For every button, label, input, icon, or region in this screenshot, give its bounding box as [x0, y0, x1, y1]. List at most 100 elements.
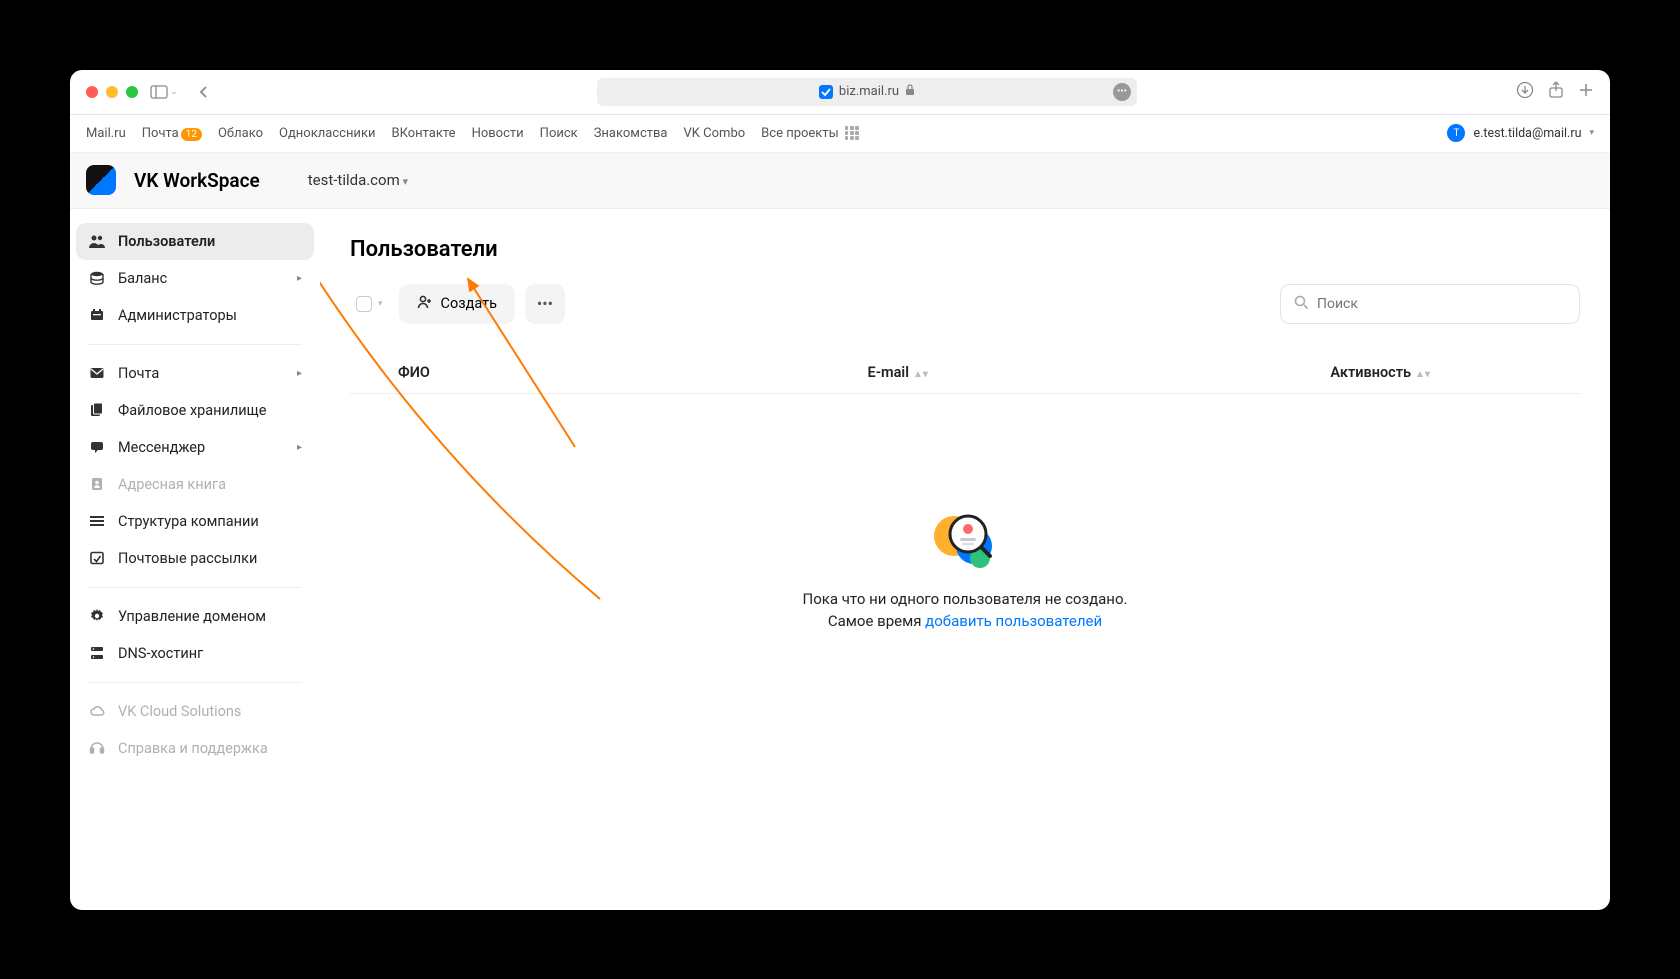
reader-button[interactable]: •••: [1113, 83, 1131, 101]
nav-mailru[interactable]: Mail.ru: [86, 126, 126, 141]
sidebar-item-org[interactable]: Структура компании: [76, 503, 314, 540]
page-title: Пользователи: [350, 237, 1580, 262]
sidebar-item-label: Мессенджер: [118, 439, 205, 456]
account-menu[interactable]: T e.test.tilda@mail.ru ▾: [1447, 124, 1594, 142]
sidebar-item-label: Администраторы: [118, 307, 237, 324]
appbar: VK WorkSpace test-tilda.com: [70, 153, 1610, 209]
messenger-icon: [88, 439, 106, 455]
chevron-down-icon: ▾: [1589, 128, 1594, 138]
new-tab-icon[interactable]: [1578, 82, 1594, 102]
dns-icon: [88, 645, 106, 661]
sidebar-item-mail[interactable]: Почта ▸: [76, 355, 314, 392]
back-button[interactable]: [190, 80, 218, 104]
site-icon: [819, 85, 833, 99]
nav-cloud[interactable]: Облако: [218, 126, 263, 141]
table-header: ФИО E-mail▲▾ Активность▲▾: [350, 352, 1580, 394]
downloads-icon[interactable]: [1516, 81, 1534, 103]
brand-title: VK WorkSpace: [134, 169, 260, 192]
sidebar-item-messenger[interactable]: Мессенджер ▸: [76, 429, 314, 466]
col-email[interactable]: E-mail▲▾: [868, 364, 1331, 381]
apps-grid-icon: [845, 126, 859, 140]
url-host: biz.mail.ru: [839, 84, 899, 99]
nav-vk[interactable]: ВКонтакте: [391, 126, 455, 141]
sidebar-item-newsletter[interactable]: Почтовые рассылки: [76, 540, 314, 577]
search-field[interactable]: [1280, 284, 1580, 324]
chevron-right-icon: ▸: [297, 368, 302, 379]
sidebar-item-users[interactable]: Пользователи: [76, 223, 314, 260]
avatar-mini: T: [1447, 124, 1465, 142]
org-icon: [88, 513, 106, 529]
nav-allprojects[interactable]: Все проекты: [761, 126, 859, 141]
sidebar: Пользователи Баланс ▸ Администраторы Почта ▸ Ф…: [70, 209, 320, 910]
sidebar-item-label: Управление доменом: [118, 608, 266, 625]
nav-dating[interactable]: Знакомства: [594, 126, 668, 141]
checkbox-icon: [356, 296, 372, 312]
sidebar-item-cloud: VK Cloud Solutions: [76, 693, 314, 730]
sidebar-item-help: Справка и поддержка: [76, 730, 314, 767]
nav-news[interactable]: Новости: [472, 126, 524, 141]
contacts-icon: [88, 476, 106, 492]
sidebar-item-files[interactable]: Файловое хранилище: [76, 392, 314, 429]
share-icon[interactable]: [1548, 81, 1564, 103]
sidebar-separator: [88, 587, 302, 588]
sidebar-item-admins[interactable]: Администраторы: [76, 297, 314, 334]
col-fio[interactable]: ФИО: [356, 364, 868, 381]
sidebar-item-label: Пользователи: [118, 233, 215, 250]
cloud-icon: [88, 703, 106, 719]
more-button[interactable]: •••: [525, 284, 565, 324]
nav-ok[interactable]: Одноклассники: [279, 126, 375, 141]
select-all[interactable]: ▾: [350, 290, 389, 318]
main: Пользователи Баланс ▸ Администраторы Почта ▸ Ф…: [70, 209, 1610, 910]
nav-mail[interactable]: Почта12: [142, 126, 202, 141]
balance-icon: [88, 270, 106, 286]
toolbar: ▾ Создать •••: [350, 284, 1580, 324]
chevron-right-icon: ▸: [297, 273, 302, 284]
search-input[interactable]: [1317, 296, 1567, 312]
browser-window: ⌄ biz.mail.ru ••• Mail.ru Почта12 Облако…: [70, 70, 1610, 910]
titlebar: ⌄ biz.mail.ru •••: [70, 70, 1610, 115]
sidebar-item-gear[interactable]: Управление доменом: [76, 598, 314, 635]
search-icon: [1293, 294, 1309, 314]
mail-icon: [88, 365, 106, 381]
admins-icon: [88, 307, 106, 323]
user-email: e.test.tilda@mail.ru: [1473, 126, 1581, 141]
address-bar-container: biz.mail.ru •••: [226, 78, 1508, 106]
sidebar-item-label: Почтовые рассылки: [118, 550, 257, 567]
sidebar-item-label: VK Cloud Solutions: [118, 703, 241, 720]
empty-illustration: [930, 504, 1000, 574]
mail-badge: 12: [181, 128, 202, 141]
create-button-label: Создать: [441, 295, 497, 312]
sidebar-item-label: Почта: [118, 365, 159, 382]
lock-icon: [905, 84, 915, 100]
chevron-right-icon: ▸: [297, 442, 302, 453]
sidebar-separator: [88, 682, 302, 683]
help-icon: [88, 740, 106, 756]
nav-combo[interactable]: VK Combo: [684, 126, 746, 141]
sidebar-item-balance[interactable]: Баланс ▸: [76, 260, 314, 297]
sidebar-item-label: Структура компании: [118, 513, 259, 530]
sidebar-item-label: Файловое хранилище: [118, 402, 266, 419]
sort-icon: ▲▾: [1415, 369, 1430, 380]
add-users-link[interactable]: добавить пользователей: [925, 612, 1102, 630]
create-button[interactable]: Создать: [399, 284, 515, 324]
users-icon: [88, 233, 106, 249]
empty-state: Пока что ни одного пользователя не созда…: [350, 504, 1580, 633]
sidebar-item-label: Справка и поддержка: [118, 740, 268, 757]
close-window-button[interactable]: [86, 86, 98, 98]
portal-topnav: Mail.ru Почта12 Облако Одноклассники ВКо…: [70, 115, 1610, 153]
sidebar-item-dns[interactable]: DNS-хостинг: [76, 635, 314, 672]
minimize-window-button[interactable]: [106, 86, 118, 98]
nav-search[interactable]: Поиск: [540, 126, 578, 141]
empty-line2: Самое время добавить пользователей: [803, 610, 1128, 633]
sidebar-toggle-icon[interactable]: ⌄: [150, 80, 178, 104]
col-activity[interactable]: Активность▲▾: [1330, 364, 1574, 381]
maximize-window-button[interactable]: [126, 86, 138, 98]
domain-selector[interactable]: test-tilda.com: [308, 171, 408, 189]
sidebar-item-label: Баланс: [118, 270, 167, 287]
newsletter-icon: [88, 550, 106, 566]
address-field[interactable]: biz.mail.ru •••: [597, 78, 1137, 106]
files-icon: [88, 402, 106, 418]
gear-icon: [88, 608, 106, 624]
dots-icon: •••: [537, 294, 553, 313]
sidebar-separator: [88, 344, 302, 345]
